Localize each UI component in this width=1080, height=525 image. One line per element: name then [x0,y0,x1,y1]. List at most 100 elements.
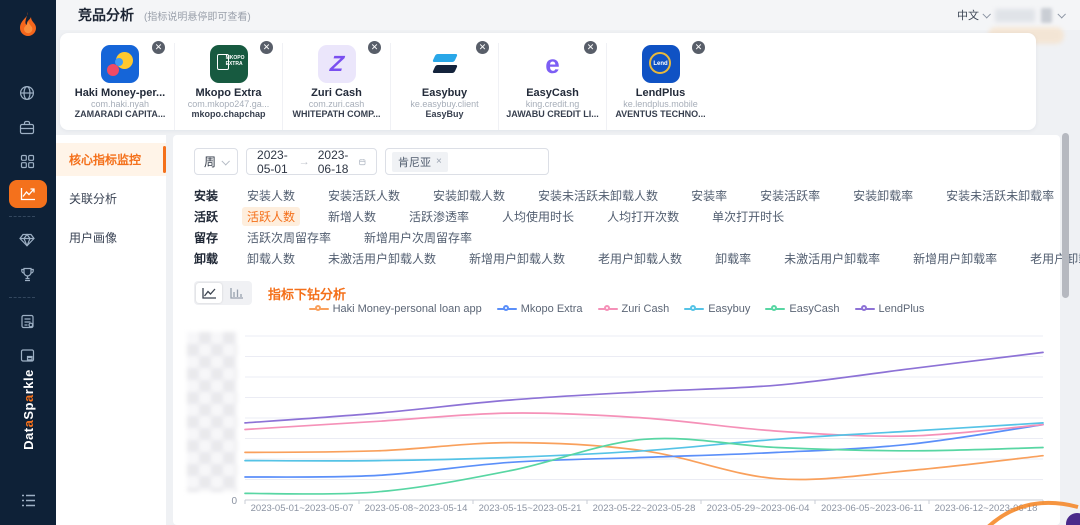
flame-logo-icon[interactable] [13,10,43,40]
x-axis-label: 2023-05-08~2023-05-14 [359,503,473,514]
app-name: Easybuy [391,87,498,99]
app-package: com.haki.nyah [66,99,174,109]
briefcase-icon[interactable] [9,112,45,142]
legend-label: LendPlus [879,303,925,315]
app-card[interactable]: Z✕Zuri Cashcom.zuri.cashWHITEPATH COMP..… [282,43,390,130]
screen-icon[interactable] [9,340,45,370]
language-switch[interactable]: 中文 [957,7,989,23]
app-name: Zuri Cash [283,87,390,99]
top-header: 竞品分析 (指标说明悬停即可查看) 中文 [56,0,1080,30]
metric-item[interactable]: 新增用户卸载率 [908,249,1002,268]
trend-chart-icon[interactable] [9,180,47,208]
bar-chart-toggle-button[interactable] [224,283,250,303]
metric-item[interactable]: 卸载人数 [242,249,300,268]
metric-item[interactable]: 人均打开次数 [602,207,684,226]
report-icon[interactable] [9,306,45,336]
close-icon[interactable]: ✕ [692,41,705,54]
remove-tag-icon[interactable]: × [436,156,442,167]
series-line-EasyCash [245,438,1043,494]
metric-item[interactable]: 新增用户卸载人数 [464,249,570,268]
chevron-down-icon[interactable] [1057,10,1065,18]
close-icon[interactable]: ✕ [260,41,273,54]
metric-item[interactable]: 人均使用时长 [497,207,579,226]
line-chart-icon [202,287,217,299]
page-hint: (指标说明悬停即可查看) [144,8,251,23]
series-line-LendPlus [245,352,1043,423]
app-company: mkopo.chapchap [175,109,282,119]
date-arrow: → [299,156,310,168]
divider [9,297,35,298]
legend-marker-icon [765,304,785,314]
legend-item[interactable]: Easybuy [684,303,750,315]
close-icon[interactable]: ✕ [368,41,381,54]
app-package: com.mkopo247.ga... [175,99,282,109]
app-card[interactable]: Lend✕LendPluske.lendplus.mobileAVENTUS T… [606,43,714,130]
chart-canvas: 0 [183,328,1051,518]
metric-item[interactable]: 活跃渗透率 [404,207,474,226]
x-axis-label: 2023-06-05~2023-06-11 [815,503,929,514]
metric-item[interactable]: 安装活跃率 [755,186,825,205]
metric-item[interactable]: 新增人数 [323,207,381,226]
app-package: ke.lendplus.mobile [607,99,714,109]
legend-item[interactable]: Zuri Cash [598,303,670,315]
app-card[interactable]: e✕EasyCashking.credit.ngJAWABU CREDIT LI… [498,43,606,130]
series-line-Zuri Cash [245,413,1043,436]
close-icon[interactable]: ✕ [476,41,489,54]
metric-item[interactable]: 老用户卸载人数 [593,249,687,268]
metric-item[interactable]: 安装活跃人数 [323,186,405,205]
legend-label: Haki Money-personal loan app [333,303,482,315]
metric-item[interactable]: 活跃次周留存率 [242,228,336,247]
period-select[interactable]: 周 [194,148,238,175]
metric-item[interactable]: 安装卸载人数 [428,186,510,205]
legend-marker-icon [598,304,618,314]
chart-section-header: 指标下钻分析 [194,281,346,305]
metric-item[interactable]: 安装人数 [242,186,300,205]
sidebar-item-关联分析[interactable]: 关联分析 [56,182,166,215]
metric-item[interactable]: 新增用户次周留存率 [359,228,477,247]
country-filter[interactable]: 肯尼亚 × [385,148,549,175]
app-logo-icon: e [534,45,572,83]
chevron-down-icon [221,157,229,165]
sidebar-item-用户画像[interactable]: 用户画像 [56,221,166,254]
metric-item[interactable]: 卸载率 [710,249,756,268]
metric-item[interactable]: 安装未活跃未卸载率 [941,186,1059,205]
metric-selector: 安装 安装人数 安装活跃人数 安装卸载人数 安装未活跃未卸载人数 安装率 安装活跃率 安装卸载… [194,185,1040,269]
y-axis-redacted [187,332,237,492]
vertical-scrollbar[interactable] [1062,133,1069,298]
app-name: Mkopo Extra [175,87,282,99]
page-title: 竞品分析 [78,5,134,25]
metric-item[interactable]: 安装未活跃未卸载人数 [533,186,663,205]
metric-item[interactable]: 安装卸载率 [848,186,918,205]
trophy-icon[interactable] [9,259,45,289]
metric-category: 留存 [194,229,224,246]
metric-item[interactable]: 活跃人数 [242,207,300,226]
app-company: AVENTUS TECHNO... [607,109,714,119]
app-package: king.credit.ng [499,99,606,109]
legend-item[interactable]: EasyCash [765,303,839,315]
gem-icon[interactable] [9,225,45,255]
apps-grid-icon[interactable] [9,146,45,176]
app-card[interactable]: ✕Easybuyke.easybuy.clientEasyBuy [390,43,498,130]
metric-item[interactable]: 单次打开时长 [707,207,789,226]
sidebar-item-核心指标监控[interactable]: 核心指标监控 [56,143,166,176]
metric-item[interactable]: 未激活用户卸载人数 [323,249,441,268]
app-package: com.zuri.cash [283,99,390,109]
list-icon[interactable] [10,485,46,515]
globe-icon[interactable] [9,78,45,108]
close-icon[interactable]: ✕ [584,41,597,54]
metric-item[interactable]: 安装率 [686,186,732,205]
metric-item[interactable]: 未激活用户卸载率 [779,249,885,268]
legend-item[interactable]: Mkopo Extra [497,303,583,315]
app-card[interactable]: MKOPOEXTRA✕Mkopo Extracom.mkopo247.ga...… [174,43,282,130]
metric-category: 安装 [194,187,224,204]
app-card[interactable]: ✕Haki Money-per...com.haki.nyahZAMARADI … [66,43,174,130]
line-chart-toggle-button[interactable] [196,283,222,303]
metric-item[interactable]: 老用户卸载率 [1025,249,1080,268]
user-name-redacted [995,9,1035,22]
legend-item[interactable]: LendPlus [855,303,925,315]
legend-item[interactable]: Haki Money-personal loan app [309,303,482,315]
close-icon[interactable]: ✕ [152,41,165,54]
legend-label: Mkopo Extra [521,303,583,315]
date-range-picker[interactable]: 2023-05-01 → 2023-06-18 [246,148,377,175]
legend-label: EasyCash [789,303,839,315]
